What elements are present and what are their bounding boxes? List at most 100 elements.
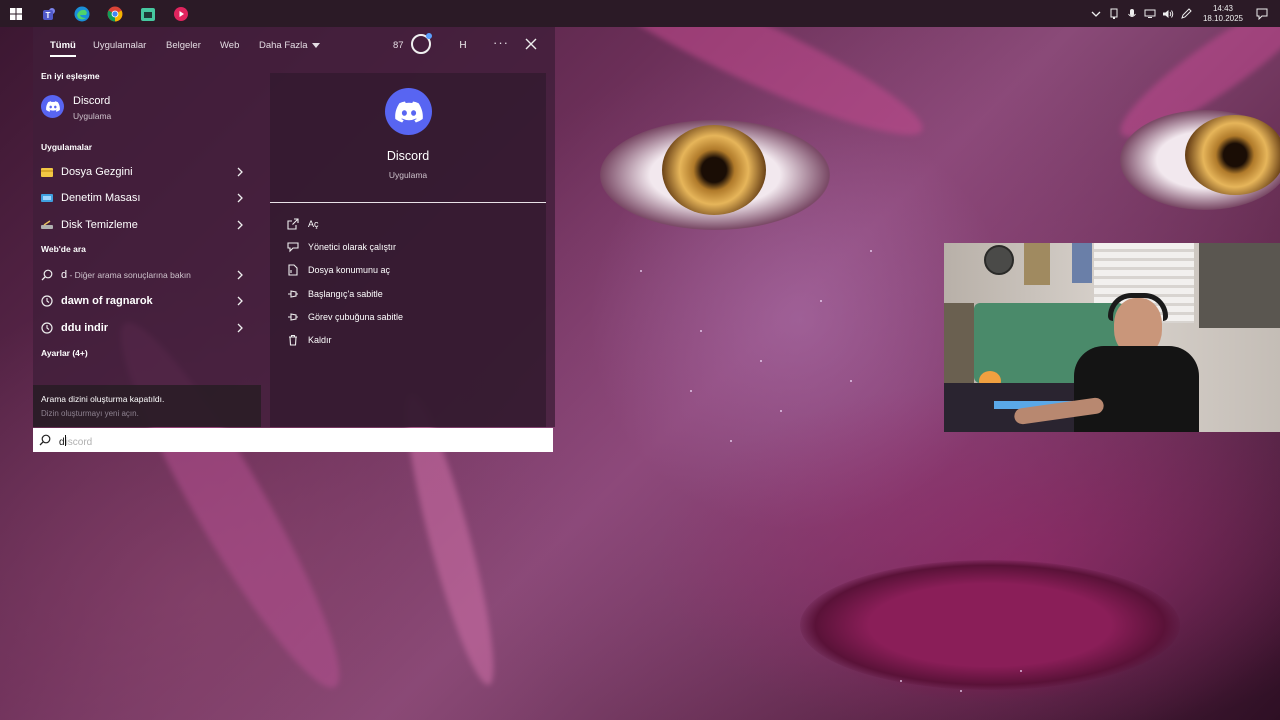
search-icon (41, 269, 53, 281)
tab-more[interactable]: Daha Fazla (259, 40, 320, 51)
search-autocomplete: discord (59, 435, 92, 448)
web-result-query[interactable]: d - Diğer arama sonuçlarına bakın (33, 262, 261, 288)
history-clock-icon (41, 295, 53, 307)
volume-icon[interactable] (1160, 6, 1176, 22)
system-tray: 14:43 18.10.2025 (1086, 0, 1280, 27)
account-avatar[interactable]: H (453, 36, 473, 56)
edge-icon (74, 6, 90, 21)
tab-apps[interactable]: Uygulamalar (93, 40, 146, 51)
webcam-wall-clock (984, 245, 1014, 275)
rewards-medal-icon[interactable] (411, 33, 432, 54)
best-match-heading: En iyi eşleşme (41, 71, 100, 81)
action-run-as-admin[interactable]: Yönetici olarak çalıştır (287, 238, 537, 258)
media-player-taskbar-button[interactable] (168, 1, 194, 27)
tab-more-label: Daha Fazla (259, 40, 308, 51)
action-label: Dosya konumunu aç (308, 265, 391, 275)
apps-heading: Uygulamalar (41, 142, 93, 152)
taskbar: T 14:43 18.10.2025 (0, 0, 1280, 27)
chevron-right-icon[interactable] (236, 295, 244, 307)
result-detail-pane: Discord Uygulama Aç Yönetici olarak çalı… (270, 73, 546, 427)
best-match-item[interactable]: Discord Uygulama (33, 87, 261, 135)
teams-icon: T (43, 7, 55, 20)
app-result-disk-cleanup[interactable]: Disk Temizleme (33, 212, 261, 238)
usb-icon[interactable] (1106, 6, 1122, 22)
detail-divider (270, 202, 546, 203)
more-options-button[interactable]: ··· (493, 35, 509, 50)
store-taskbar-button[interactable] (135, 1, 161, 27)
chevron-right-icon[interactable] (236, 192, 244, 204)
search-tabs: Tümü Uygulamalar Belgeler Web Daha Fazla… (33, 27, 555, 65)
action-label: Aç (308, 219, 319, 229)
chevron-right-icon[interactable] (236, 166, 244, 178)
web-history-label: ddu indir (61, 322, 108, 334)
app-result-file-explorer[interactable]: Dosya Gezgini (33, 159, 261, 185)
search-box[interactable]: discord (33, 428, 553, 452)
edge-taskbar-button[interactable] (69, 1, 95, 27)
discord-icon (385, 88, 432, 135)
notification-icon[interactable] (1254, 6, 1270, 22)
windows-start-button[interactable] (3, 1, 29, 27)
pin-icon (288, 290, 298, 298)
rewards-points: 87 (393, 40, 404, 51)
teams-taskbar-button[interactable]: T (36, 1, 62, 27)
tab-web[interactable]: Web (220, 40, 239, 51)
detail-subtitle: Uygulama (388, 170, 428, 180)
action-pin-to-taskbar[interactable]: Görev çubuğuna sabitle (287, 308, 537, 328)
webcam-headset (1108, 293, 1168, 321)
web-history-item[interactable]: ddu indir (33, 315, 261, 341)
chevron-up-icon[interactable] (1088, 6, 1104, 22)
close-icon[interactable] (523, 36, 539, 52)
chrome-taskbar-button[interactable] (102, 1, 128, 27)
web-result-label: d - Diğer arama sonuçlarına bakın (61, 269, 191, 281)
taskbar-clock[interactable]: 14:43 18.10.2025 (1200, 4, 1246, 24)
chevron-right-icon[interactable] (236, 219, 244, 231)
pin-icon (288, 313, 298, 321)
trash-icon (289, 334, 297, 346)
network-icon[interactable] (1142, 6, 1158, 22)
indexing-notice[interactable]: Arama dizini oluşturma kapatıldı. Dizin … (33, 385, 261, 427)
wallpaper-iris (662, 125, 766, 215)
tab-all[interactable]: Tümü (50, 40, 76, 57)
action-open-file-location[interactable]: Dosya konumunu aç (287, 261, 537, 281)
wallpaper-iris (1185, 115, 1280, 195)
pen-icon[interactable] (1178, 6, 1194, 22)
action-label: Görev çubuğuna sabitle (308, 312, 404, 322)
caret-down-icon (311, 42, 320, 48)
web-query-suffix: - Diğer arama sonuçlarına bakın (67, 270, 191, 280)
app-result-label: Denetim Masası (61, 192, 141, 204)
webcam-poster (1199, 243, 1280, 328)
web-history-label: dawn of ragnarok (61, 295, 153, 307)
settings-heading[interactable]: Ayarlar (4+) (41, 348, 88, 358)
app-result-label: Dosya Gezgini (61, 166, 133, 178)
app-result-label: Disk Temizleme (61, 219, 138, 231)
action-open[interactable]: Aç (287, 215, 537, 235)
webcam-overlay (944, 243, 1280, 432)
indexing-notice-title: Arama dizini oluşturma kapatıldı. (41, 394, 165, 404)
search-flyout: Tümü Uygulamalar Belgeler Web Daha Fazla… (33, 27, 555, 427)
best-match-title: Discord (73, 95, 111, 107)
web-history-item[interactable]: dawn of ragnarok (33, 288, 261, 314)
action-label: Kaldır (308, 335, 332, 345)
web-search-heading: Web'de ara (41, 244, 86, 254)
tab-documents[interactable]: Belgeler (166, 40, 201, 51)
app-result-control-panel[interactable]: Denetim Masası (33, 185, 261, 211)
chevron-right-icon[interactable] (236, 269, 244, 281)
windows-logo-icon (10, 7, 22, 20)
action-label: Başlangıç'a sabitle (308, 289, 383, 299)
shield-icon (287, 242, 299, 253)
folder-icon (41, 168, 53, 177)
file-location-icon (288, 264, 298, 276)
microphone-icon[interactable] (1124, 6, 1140, 22)
action-uninstall[interactable]: Kaldır (287, 331, 537, 351)
detail-title: Discord (386, 149, 430, 163)
clock-time: 14:43 (1212, 3, 1234, 13)
webcam-poster (1024, 243, 1050, 285)
action-pin-to-start[interactable]: Başlangıç'a sabitle (287, 285, 537, 305)
media-player-icon (174, 6, 188, 21)
clock-date: 18.10.2025 (1202, 13, 1244, 23)
web-history-text: dawn of ragnarok (61, 295, 153, 307)
control-panel-icon (41, 194, 53, 202)
best-match-subtitle: Uygulama (73, 111, 112, 121)
chevron-right-icon[interactable] (236, 322, 244, 334)
disk-cleanup-icon (41, 220, 53, 229)
